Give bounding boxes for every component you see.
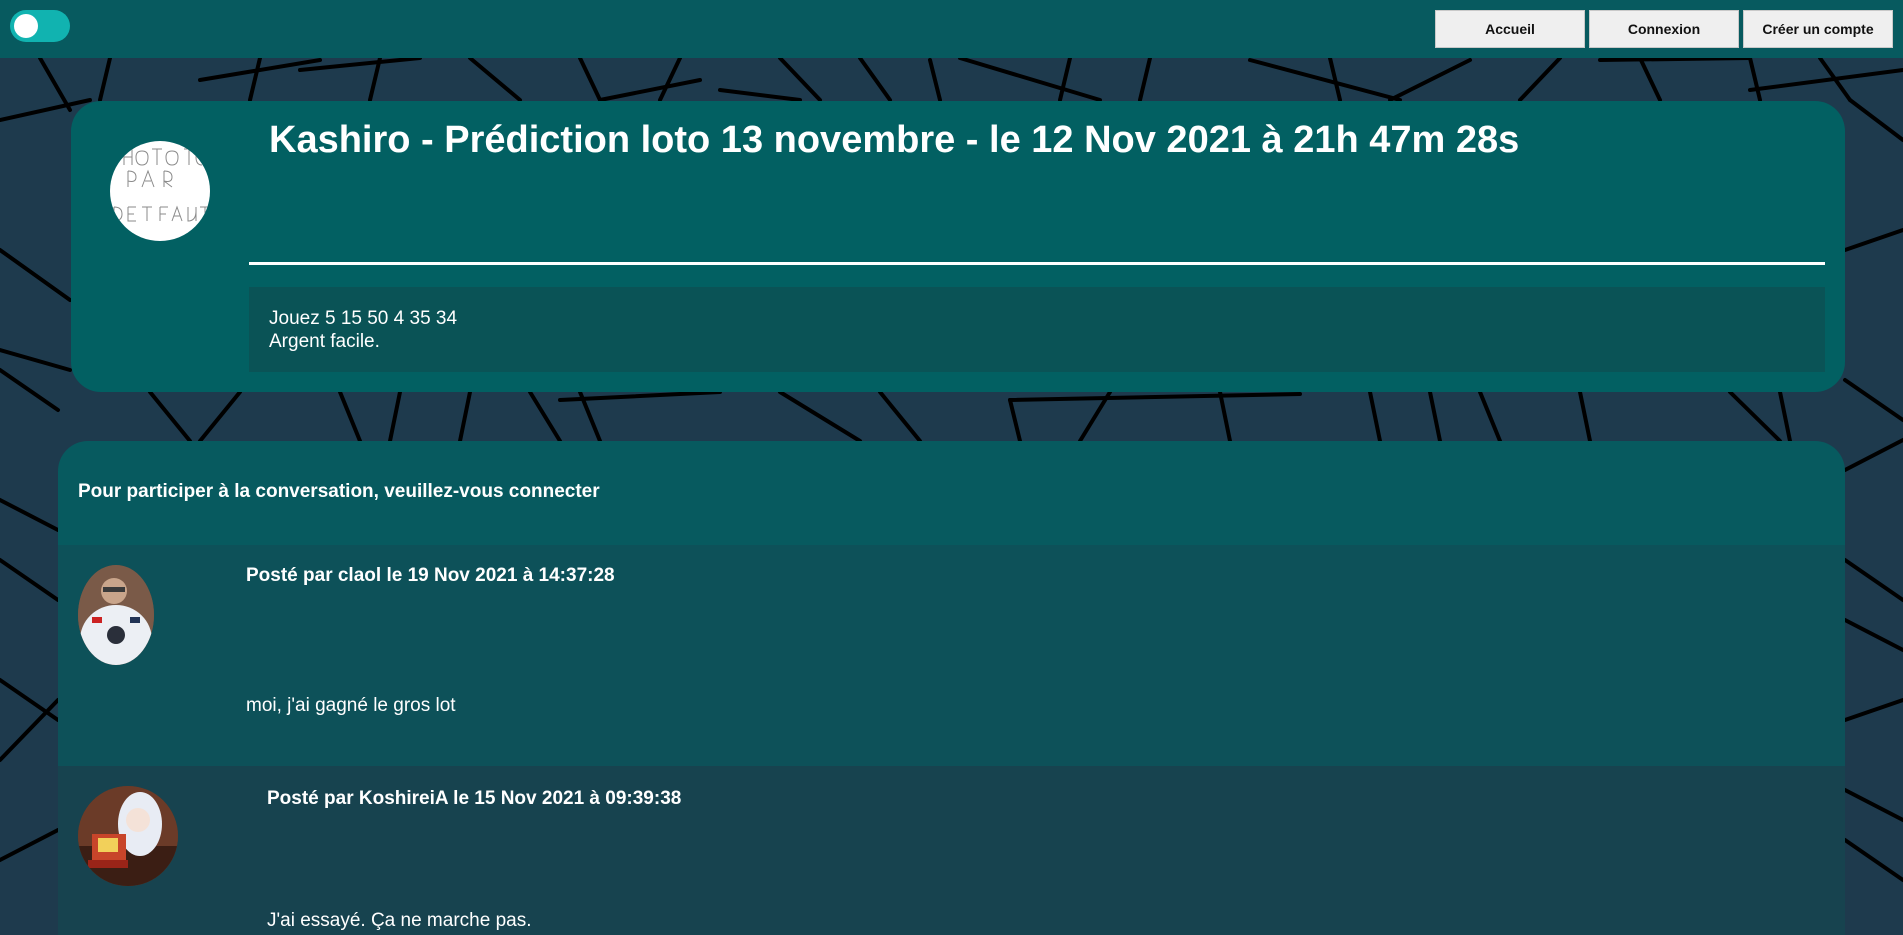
post-body-line: Argent facile. [269,331,380,352]
comment-item: Posté par KoshireiA le 15 Nov 2021 à 09:… [58,766,1845,935]
connexion-button[interactable]: Connexion [1589,10,1739,48]
anime-avatar-image [78,786,178,886]
title-divider [249,262,1825,265]
astronaut-avatar-image [78,565,154,665]
commenter-avatar [78,565,154,665]
comment-text: moi, j'ai gagné le gros lot [246,695,456,716]
post-body-line: Jouez 5 15 50 4 35 34 [269,308,458,329]
commenter-avatar [78,786,178,886]
post-body: Jouez 5 15 50 4 35 34 Argent facile. [249,287,1825,372]
comment-item: Posté par claol le 19 Nov 2021 à 14:37:2… [58,545,1845,766]
author-avatar [110,141,210,241]
create-account-button[interactable]: Créer un compte [1743,10,1893,48]
conversation-panel: Pour participer à la conversation, veuil… [58,441,1845,935]
comment-text: J'ai essayé. Ça ne marche pas. [267,910,532,931]
default-photo-image [111,148,210,222]
toggle-knob [14,14,38,38]
top-navigation-bar: Accueil Connexion Créer un compte [0,0,1903,58]
post-title: Kashiro - Prédiction loto 13 novembre - … [269,119,1520,161]
comment-meta: Posté par claol le 19 Nov 2021 à 14:37:2… [246,565,615,586]
theme-toggle[interactable] [10,10,70,42]
accueil-button[interactable]: Accueil [1435,10,1585,48]
post-card: Kashiro - Prédiction loto 13 novembre - … [71,101,1845,392]
comment-meta: Posté par KoshireiA le 15 Nov 2021 à 09:… [267,788,682,809]
login-prompt: Pour participer à la conversation, veuil… [78,481,600,502]
